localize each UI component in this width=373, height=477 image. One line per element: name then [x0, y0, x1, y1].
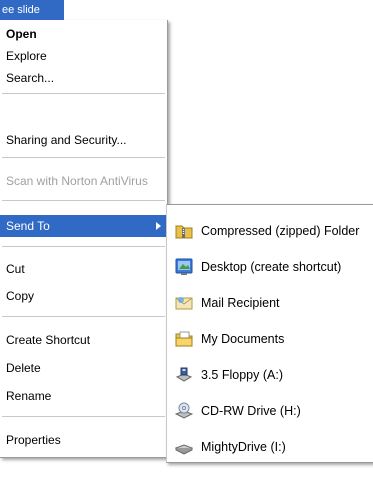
menu-item-rename[interactable]: Rename [0, 385, 167, 407]
zip-folder-icon [175, 225, 193, 239]
menu-separator [2, 93, 165, 94]
context-menu: Open Explore Search... Sharing and Secur… [0, 20, 168, 458]
menu-separator [2, 246, 165, 247]
send-to-item-label: CD-RW Drive (H:) [201, 404, 301, 418]
menu-item-explore[interactable]: Explore [0, 45, 167, 67]
send-to-item-label: Desktop (create shortcut) [201, 260, 342, 274]
selected-file-label[interactable]: ee slide [0, 0, 64, 20]
cd-drive-icon [175, 402, 193, 419]
menu-item-copy[interactable]: Copy [0, 285, 167, 307]
menu-item-cut[interactable]: Cut [0, 258, 167, 280]
menu-item-sharing-security[interactable]: Sharing and Security... [0, 129, 167, 151]
menu-separator [2, 316, 165, 317]
menu-separator [2, 200, 165, 201]
floppy-drive-icon [175, 367, 193, 382]
menu-item-delete[interactable]: Delete [0, 357, 167, 379]
menu-separator [2, 416, 165, 417]
send-to-mail-recipient[interactable]: Mail Recipient [167, 285, 373, 321]
send-to-cd-drive[interactable]: CD-RW Drive (H:) [167, 393, 373, 429]
menu-item-search[interactable]: Search... [0, 67, 167, 89]
send-to-item-label: Mail Recipient [201, 296, 280, 310]
menu-separator [2, 157, 165, 158]
menu-item-create-shortcut[interactable]: Create Shortcut [0, 329, 167, 351]
send-to-item-label: My Documents [201, 332, 285, 346]
send-to-floppy[interactable]: 3.5 Floppy (A:) [167, 357, 373, 393]
removable-drive-icon [175, 444, 193, 455]
send-to-item-label: 3.5 Floppy (A:) [201, 368, 283, 382]
send-to-my-documents[interactable]: My Documents [167, 321, 373, 357]
send-to-submenu: Compressed (zipped) Folder Desktop (crea… [166, 204, 373, 463]
menu-item-properties[interactable]: Properties [0, 429, 167, 451]
documents-folder-icon [175, 331, 193, 347]
send-to-item-label: MightyDrive (I:) [201, 440, 286, 454]
submenu-arrow-icon [156, 222, 161, 230]
send-to-desktop[interactable]: Desktop (create shortcut) [167, 249, 373, 285]
menu-item-send-to-label: Send To [6, 219, 50, 233]
send-to-compressed-folder[interactable]: Compressed (zipped) Folder [167, 213, 373, 249]
menu-item-open[interactable]: Open [0, 23, 167, 45]
mail-icon [175, 297, 193, 310]
desktop-icon [175, 258, 193, 275]
send-to-item-label: Compressed (zipped) Folder [201, 224, 360, 238]
send-to-mightydrive[interactable]: MightyDrive (I:) [167, 429, 373, 465]
menu-item-scan-norton[interactable]: Scan with Norton AntiVirus [0, 170, 167, 192]
menu-item-send-to[interactable]: Send To [0, 215, 167, 237]
